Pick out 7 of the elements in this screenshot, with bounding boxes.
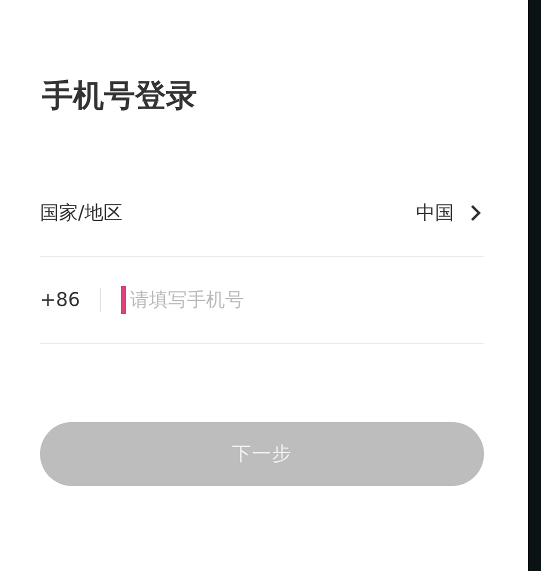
country-code[interactable]: +86 xyxy=(40,289,80,311)
region-selector[interactable]: 国家/地区 中国 xyxy=(40,170,484,257)
phone-input-field[interactable]: 请填写手机号 xyxy=(126,285,484,315)
page-title: 手机号登录 xyxy=(42,77,198,116)
region-value: 中国 xyxy=(416,201,454,226)
chevron-right-icon xyxy=(470,204,482,222)
region-label: 国家/地区 xyxy=(40,201,122,226)
